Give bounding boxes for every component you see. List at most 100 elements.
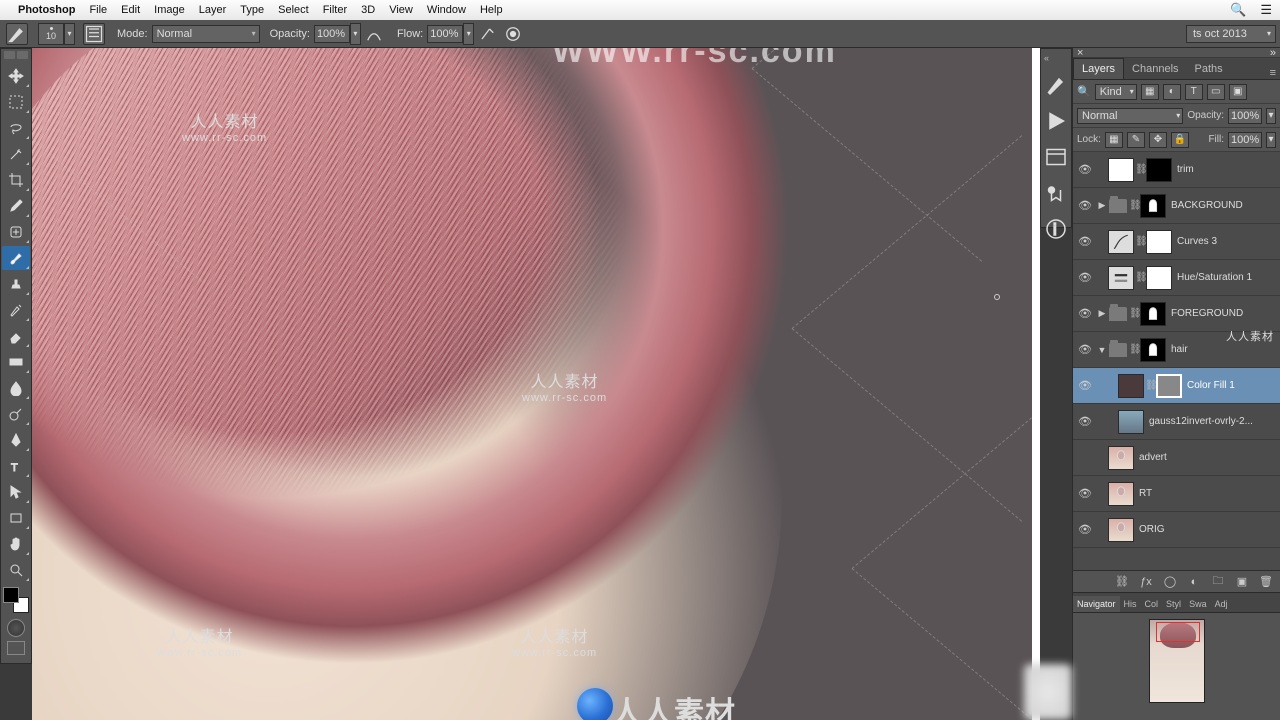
layer-opacity-input[interactable]: 100% — [1228, 108, 1262, 124]
layer-name[interactable]: Curves 3 — [1177, 236, 1278, 247]
type-tool-icon[interactable]: T — [2, 454, 30, 478]
fill-thumb[interactable] — [1118, 374, 1144, 398]
menu-window[interactable]: Window — [427, 4, 466, 16]
tab-color[interactable]: Col — [1141, 596, 1163, 612]
mask-link-icon[interactable]: ⛓ — [1145, 380, 1155, 391]
lock-pixels-icon[interactable]: ✎ — [1127, 132, 1145, 148]
menu-view[interactable]: View — [389, 4, 413, 16]
flow-input[interactable]: 100% — [427, 25, 463, 43]
menu-3d[interactable]: 3D — [361, 4, 375, 16]
dock-collapse-icon[interactable]: « — [1044, 53, 1049, 63]
panel-close-icon[interactable]: × — [1077, 47, 1083, 59]
history-brush-tool-icon[interactable] — [2, 298, 30, 322]
layer-row[interactable]: 👁 ▶ ⛓ BACKGROUND — [1073, 188, 1280, 224]
brush-presets-panel-icon[interactable] — [1044, 73, 1068, 97]
mask-link-icon[interactable]: ⛓ — [1129, 308, 1139, 319]
actions-panel-icon[interactable] — [1044, 109, 1068, 133]
layer-thumb[interactable] — [1108, 518, 1134, 542]
menu-select[interactable]: Select — [278, 4, 309, 16]
fill-dropdown[interactable]: ▾ — [1266, 132, 1276, 148]
tab-adjustments[interactable]: Adj — [1211, 596, 1232, 612]
new-adjustment-icon[interactable]: ◐ — [1186, 574, 1202, 590]
adjustment-thumb[interactable] — [1108, 266, 1134, 290]
mask-link-icon[interactable]: ⛓ — [1135, 164, 1145, 175]
hand-tool-icon[interactable] — [2, 532, 30, 556]
layer-name[interactable]: BACKGROUND — [1171, 200, 1278, 211]
quick-mask-icon[interactable] — [7, 619, 25, 637]
lock-all-icon[interactable]: 🔒 — [1171, 132, 1189, 148]
filter-shape-icon[interactable]: ▭ — [1207, 84, 1225, 100]
menu-list-icon[interactable]: ☰ — [1260, 2, 1272, 18]
foreground-color-swatch[interactable] — [3, 587, 19, 603]
flow-dropdown[interactable]: ▾ — [463, 23, 474, 45]
tab-layers[interactable]: Layers — [1073, 58, 1124, 79]
fill-input[interactable]: 100% — [1228, 132, 1262, 148]
filter-search-icon[interactable]: 🔍 — [1077, 85, 1091, 98]
layer-name[interactable]: RT — [1139, 488, 1278, 499]
gradient-tool-icon[interactable] — [2, 350, 30, 374]
layer-row[interactable]: 👁 ⛓ trim — [1073, 152, 1280, 188]
brush-preset-dropdown[interactable]: ▾ — [64, 23, 75, 45]
toolbox-grip[interactable] — [1, 51, 31, 63]
group-disclose-icon[interactable]: ▶ — [1097, 308, 1107, 319]
visibility-toggle-icon[interactable]: 👁 — [1075, 196, 1095, 216]
layer-thumb[interactable] — [1108, 482, 1134, 506]
layers-list[interactable]: 👁 ⛓ trim 👁 ▶ ⛓ BACKGROUND 👁 ⛓ Curves 3 👁 — [1073, 152, 1280, 570]
new-group-icon[interactable]: 🗀 — [1210, 574, 1226, 590]
tab-styles[interactable]: Styl — [1162, 596, 1185, 612]
layer-mask-thumb[interactable] — [1146, 158, 1172, 182]
visibility-toggle-icon[interactable]: 👁 — [1075, 484, 1095, 504]
lasso-tool-icon[interactable] — [2, 116, 30, 140]
layer-row[interactable]: 👁 ⛓ Curves 3 — [1073, 224, 1280, 260]
info-panel-icon[interactable]: i — [1044, 217, 1068, 241]
brush-tool-icon[interactable] — [2, 246, 30, 270]
layer-row[interactable]: 👁 ⛓ Hue/Saturation 1 — [1073, 260, 1280, 296]
brush-preset-picker[interactable]: 10 — [38, 23, 64, 45]
filter-type-icon[interactable]: T — [1185, 84, 1203, 100]
blend-mode-select[interactable]: Normal — [152, 25, 260, 43]
panel-menu-icon[interactable]: ≡ — [1266, 67, 1280, 79]
layer-name[interactable]: FOREGROUND — [1171, 308, 1278, 319]
move-tool-icon[interactable] — [2, 64, 30, 88]
tab-channels[interactable]: Channels — [1124, 59, 1186, 79]
group-disclose-icon[interactable]: ▶ — [1097, 200, 1107, 211]
visibility-toggle-icon[interactable]: 👁 — [1075, 412, 1095, 432]
pressure-size-icon[interactable] — [502, 23, 524, 45]
filter-smart-icon[interactable]: ▣ — [1229, 84, 1247, 100]
marquee-tool-icon[interactable] — [2, 90, 30, 114]
menu-edit[interactable]: Edit — [121, 4, 140, 16]
navigator-thumbnail[interactable] — [1149, 619, 1205, 703]
clone-source-panel-icon[interactable] — [1044, 181, 1068, 205]
filter-kind-select[interactable]: Kind — [1095, 84, 1137, 100]
filter-pixel-icon[interactable]: ▦ — [1141, 84, 1159, 100]
airbrush-icon[interactable] — [476, 23, 498, 45]
eraser-tool-icon[interactable] — [2, 324, 30, 348]
layer-row[interactable]: advert — [1073, 440, 1280, 476]
visibility-toggle-icon[interactable]: 👁 — [1075, 268, 1095, 288]
document-canvas[interactable]: WWW.rr-sc.com 人人素材 www.rr-sc.com 人人素材 ww… — [32, 48, 1040, 720]
layer-mask-thumb[interactable] — [1146, 266, 1172, 290]
layer-style-icon[interactable]: ƒx — [1138, 574, 1154, 590]
new-layer-icon[interactable]: ▣ — [1234, 574, 1250, 590]
visibility-toggle-icon[interactable]: 👁 — [1075, 160, 1095, 180]
magic-wand-tool-icon[interactable] — [2, 142, 30, 166]
navigator-body[interactable] — [1073, 613, 1280, 720]
layer-name[interactable]: hair — [1171, 344, 1278, 355]
tab-history[interactable]: His — [1120, 596, 1141, 612]
dodge-tool-icon[interactable] — [2, 402, 30, 426]
layer-blend-mode-select[interactable]: Normal — [1077, 108, 1183, 124]
layer-row[interactable]: 👁 RT — [1073, 476, 1280, 512]
layer-name[interactable]: Color Fill 1 — [1187, 380, 1278, 391]
visibility-toggle-icon[interactable]: 👁 — [1075, 232, 1095, 252]
workspace-switcher[interactable]: ts oct 2013 — [1186, 25, 1276, 43]
menu-filter[interactable]: Filter — [323, 4, 347, 16]
opacity-input[interactable]: 100% — [314, 25, 350, 43]
mask-link-icon[interactable]: ⛓ — [1135, 272, 1145, 283]
tab-paths[interactable]: Paths — [1187, 59, 1231, 79]
zoom-tool-icon[interactable] — [2, 558, 30, 582]
layer-thumb[interactable] — [1118, 410, 1144, 434]
tab-swatches[interactable]: Swa — [1185, 596, 1211, 612]
visibility-toggle-icon[interactable]: 👁 — [1075, 520, 1095, 540]
group-disclose-icon[interactable]: ▼ — [1097, 345, 1107, 355]
visibility-toggle-icon[interactable]: 👁 — [1075, 376, 1095, 396]
